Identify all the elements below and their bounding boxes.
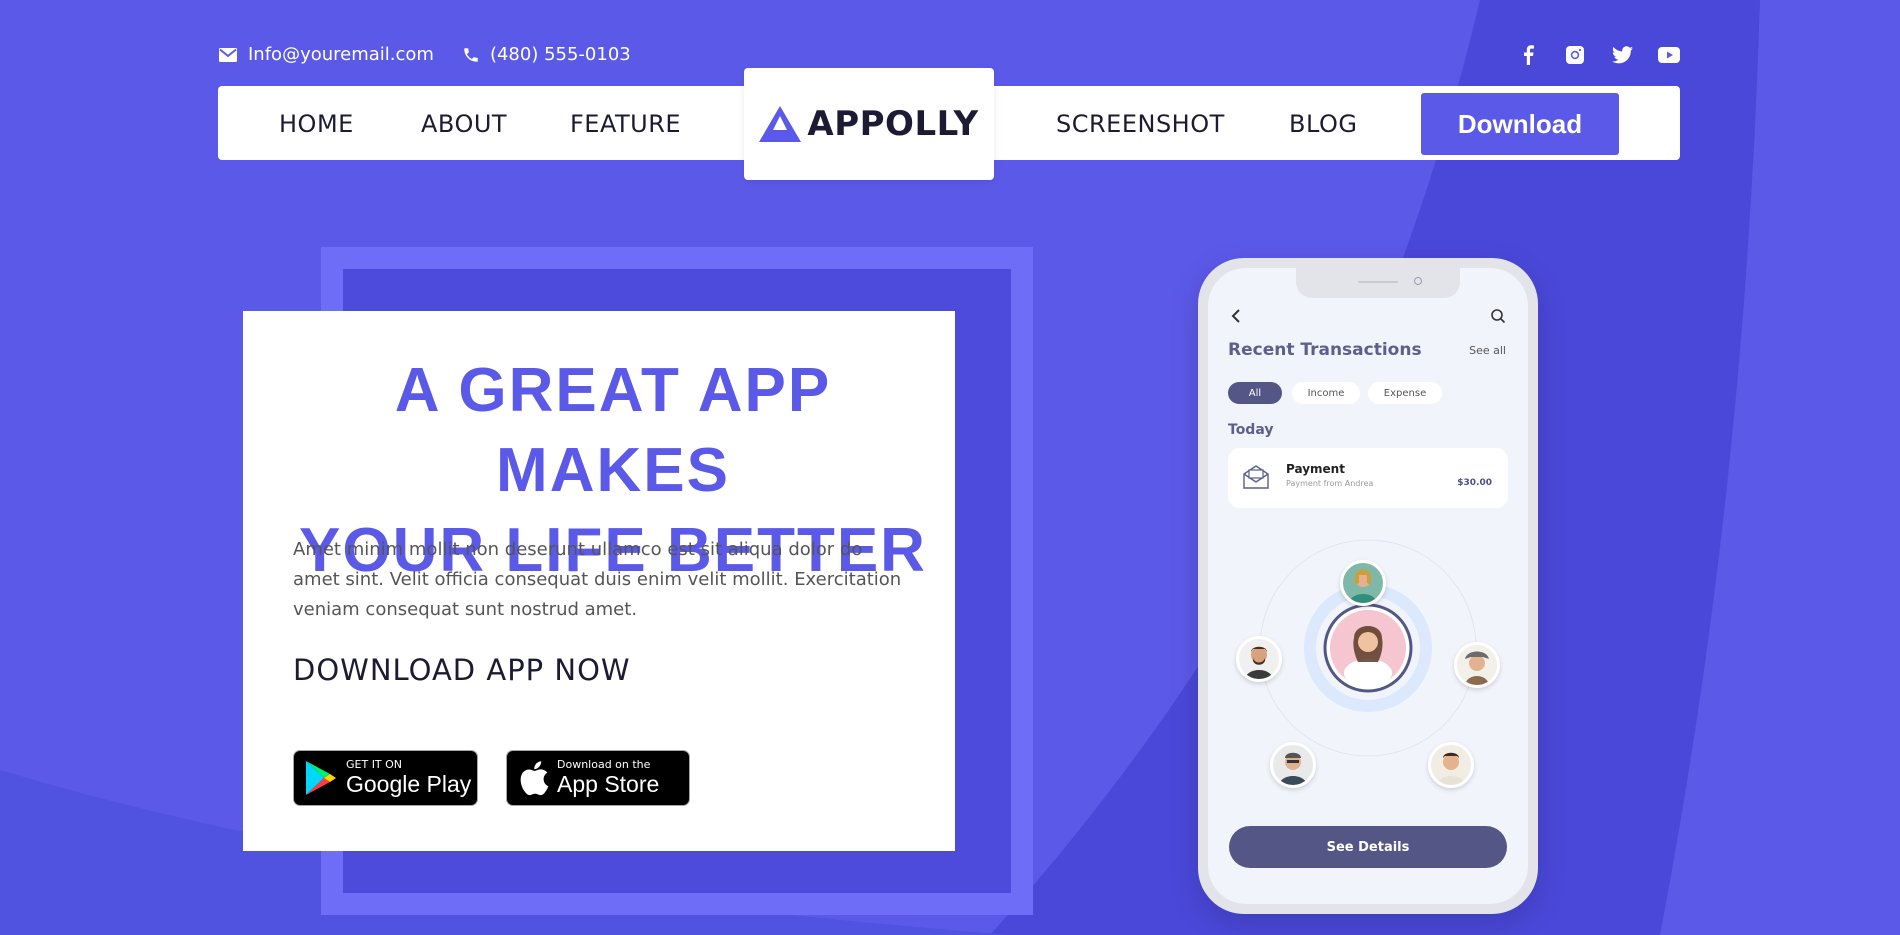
google-play-icon — [306, 761, 336, 795]
nav-blog[interactable]: BLOG — [1289, 110, 1357, 138]
chip-expense[interactable]: Expense — [1368, 382, 1442, 404]
apple-icon — [520, 761, 549, 796]
contact-bar: Info@youremail.com (480) 555-0103 — [218, 44, 659, 65]
phone-contact[interactable]: (480) 555-0103 — [462, 44, 631, 65]
avatar-bottom-left[interactable] — [1270, 742, 1316, 788]
download-heading: DOWNLOAD APP NOW — [293, 653, 631, 687]
twitter-icon[interactable] — [1611, 44, 1633, 66]
avatar-left[interactable] — [1236, 636, 1282, 682]
payment-amount: $30.00 — [1457, 478, 1492, 488]
facebook-icon[interactable] — [1517, 44, 1539, 66]
today-label: Today — [1228, 422, 1274, 438]
hero-card: A GREAT APP MAKES YOUR LIFE BETTER Amet … — [243, 311, 955, 851]
google-play-button[interactable]: GET IT ON Google Play — [293, 750, 478, 806]
instagram-icon[interactable] — [1564, 44, 1586, 66]
back-arrow-icon[interactable] — [1230, 308, 1242, 324]
nav-feature[interactable]: FEATURE — [570, 110, 681, 138]
hero-description: Amet minim mollit non deserunt ullamco e… — [293, 539, 902, 620]
logo-triangle-icon — [759, 106, 802, 142]
download-button[interactable]: Download — [1421, 93, 1619, 155]
avatar-bottom-right[interactable] — [1428, 742, 1474, 788]
app-store-button[interactable]: Download on the App Store — [506, 750, 690, 806]
phone-text: (480) 555-0103 — [489, 44, 631, 65]
nav-screenshot[interactable]: SCREENSHOT — [1056, 110, 1225, 138]
phone-icon — [464, 47, 478, 62]
payment-name: Payment — [1286, 462, 1345, 476]
see-all-link[interactable]: See all — [1469, 344, 1506, 357]
hero-title-line-1: A GREAT APP MAKES — [394, 356, 832, 505]
google-play-big-text: Google Play — [346, 771, 472, 797]
chip-all[interactable]: All — [1228, 382, 1282, 404]
transactions-title: Recent Transactions — [1228, 340, 1422, 360]
nav-about[interactable]: ABOUT — [421, 110, 507, 138]
logo[interactable]: APPOLLY — [744, 68, 994, 180]
app-store-small-text: Download on the — [557, 758, 651, 771]
chip-income[interactable]: Income — [1292, 382, 1360, 404]
email-text: Info@youremail.com — [248, 44, 434, 65]
phone-notch — [1296, 268, 1460, 298]
logo-text: APPOLLY — [807, 104, 979, 144]
nav-home[interactable]: HOME — [279, 110, 354, 138]
youtube-icon[interactable] — [1658, 44, 1680, 66]
social-links — [1492, 44, 1680, 66]
hero-section: Info@youremail.com (480) 555-0103 HOME A… — [0, 0, 1900, 935]
avatar-right[interactable] — [1454, 642, 1500, 688]
payment-card[interactable]: Payment Payment from Andrea $30.00 — [1228, 448, 1508, 508]
phone-screen: Recent Transactions See all All Income E… — [1208, 268, 1528, 904]
envelope-icon — [1243, 465, 1269, 489]
payment-subtitle: Payment from Andrea — [1286, 479, 1374, 488]
search-icon[interactable] — [1490, 308, 1506, 324]
see-details-button[interactable]: See Details — [1229, 826, 1507, 868]
app-store-big-text: App Store — [557, 771, 660, 797]
google-play-small-text: GET IT ON — [346, 758, 403, 771]
mail-icon — [219, 47, 237, 62]
phone-mockup: Recent Transactions See all All Income E… — [1198, 258, 1538, 914]
email-contact[interactable]: Info@youremail.com — [218, 44, 434, 65]
avatar-top[interactable] — [1340, 560, 1386, 606]
